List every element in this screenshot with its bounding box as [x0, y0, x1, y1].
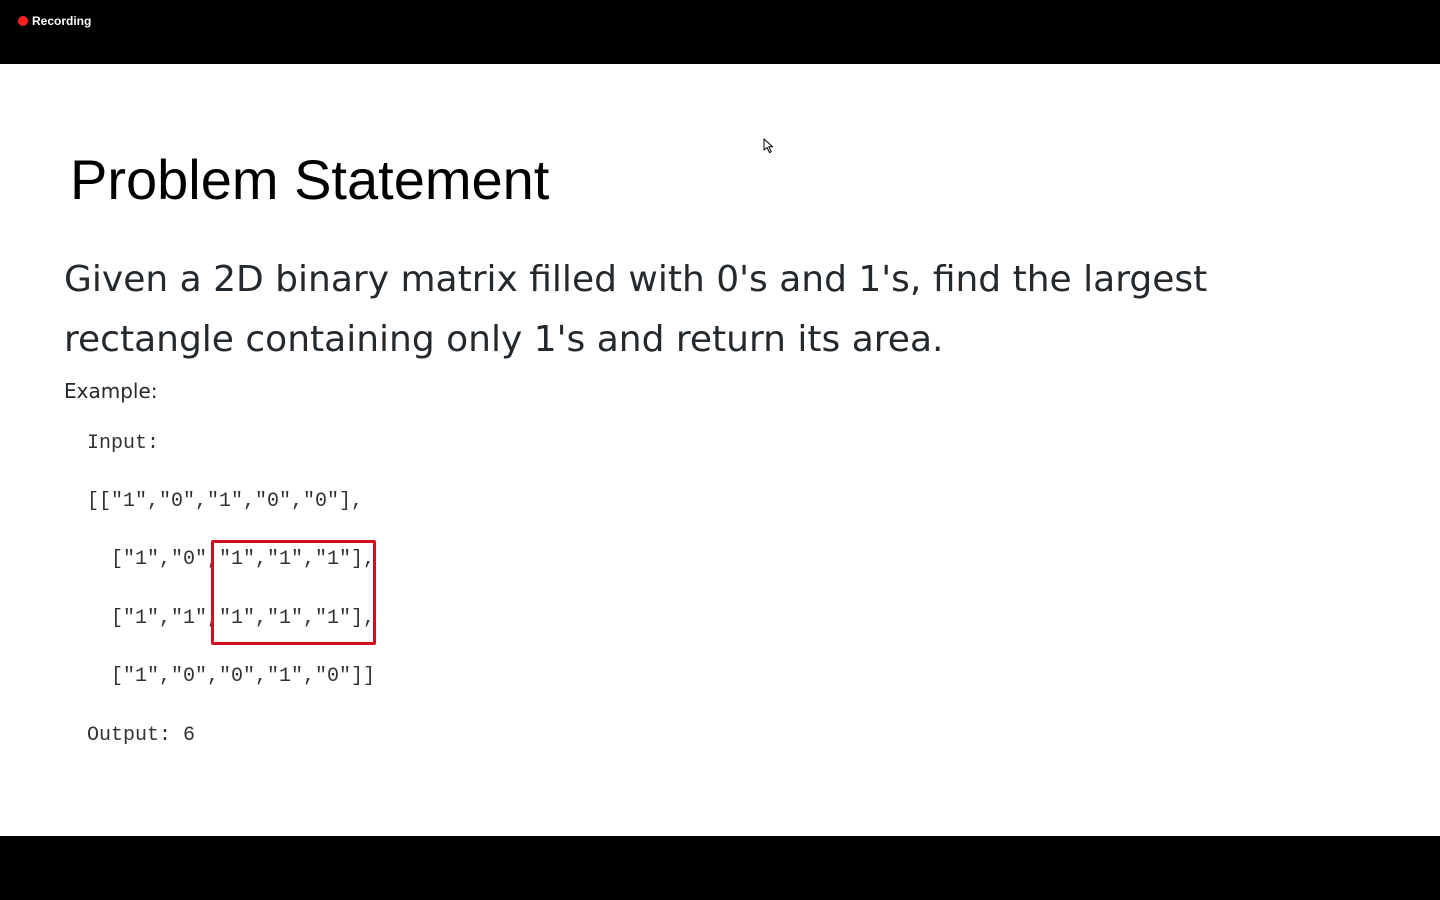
recording-top-bar: Recording — [0, 0, 1440, 64]
recording-label: Recording — [32, 14, 92, 28]
matrix-row-1: [["1","0","1","0","0"], — [87, 490, 364, 513]
record-dot-icon — [18, 16, 28, 26]
problem-description: Given a 2D binary matrix filled with 0's… — [64, 259, 1208, 360]
example-label: Example: — [64, 379, 158, 403]
code-input-label: Input: — [87, 432, 160, 455]
recording-indicator: Recording — [18, 14, 91, 28]
code-output-line: Output: 6 — [87, 724, 196, 747]
matrix-row-4: ["1","0","0","1","0"]] — [111, 665, 376, 688]
recording-bottom-bar — [0, 836, 1440, 900]
mouse-pointer-icon — [763, 138, 774, 153]
slide-title: Problem Statement — [70, 148, 550, 211]
slide-canvas: Problem Statement Given a 2D binary matr… — [0, 64, 1440, 836]
largest-rectangle-highlight — [211, 540, 376, 645]
